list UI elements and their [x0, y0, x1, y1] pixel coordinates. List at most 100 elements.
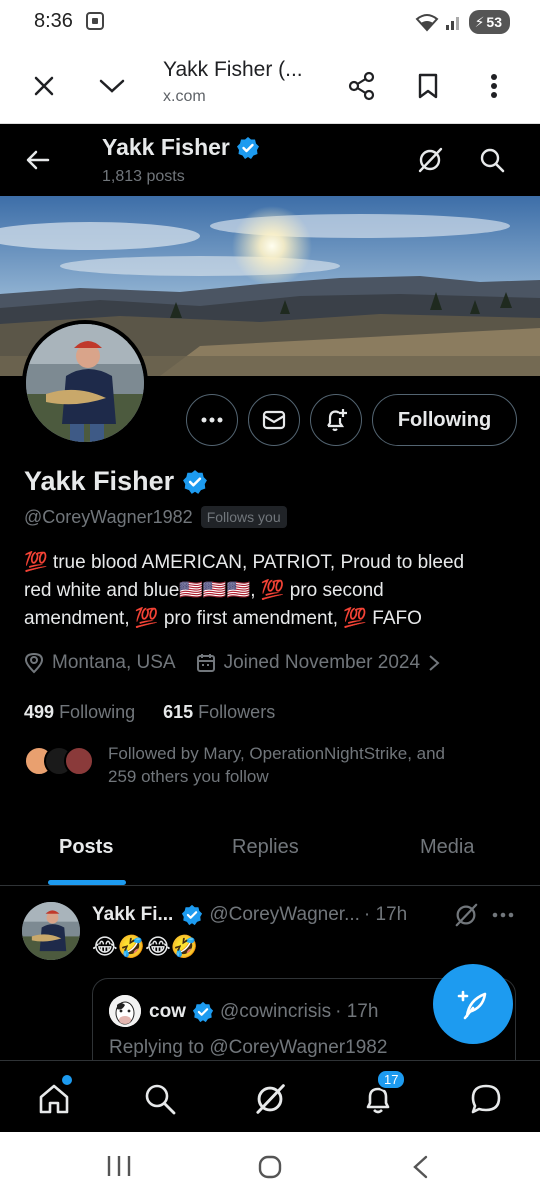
- search-icon: [480, 148, 505, 173]
- grok-icon: [256, 1084, 285, 1114]
- share-icon: [348, 71, 375, 101]
- following-count-link[interactable]: 499 Following: [24, 702, 135, 723]
- quoted-header: cow @cowincrisis · 17h: [149, 1001, 378, 1023]
- notify-button[interactable]: [310, 394, 362, 446]
- profile-more-button[interactable]: [186, 394, 238, 446]
- message-button[interactable]: [248, 394, 300, 446]
- profile-meta: Montana, USA Joined November 2024: [24, 652, 460, 674]
- profile-bio: 💯 true blood AMERICAN, PATRIOT, Proud to…: [24, 549, 524, 633]
- battery-indicator: ⚡ 53: [468, 10, 510, 34]
- page-title-block[interactable]: Yakk Fisher (... x.com: [163, 58, 303, 106]
- mutual-avatars: [24, 742, 96, 776]
- active-tab-indicator: [48, 880, 126, 885]
- notifications-badge: 17: [376, 1069, 407, 1090]
- charging-icon: ⚡: [474, 13, 485, 30]
- joined-text: Joined November 2024: [223, 652, 421, 673]
- verified-badge-icon: [236, 136, 259, 159]
- search-icon: [145, 1084, 176, 1115]
- search-button[interactable]: [474, 142, 510, 178]
- header-name: Yakk Fisher: [102, 134, 260, 161]
- following-button[interactable]: Following: [372, 394, 517, 446]
- tweet-header: Yakk Fi... @CoreyWagner... · 17h: [92, 904, 407, 926]
- tab-media[interactable]: Media: [420, 836, 474, 859]
- verified-badge-icon: [192, 1001, 214, 1023]
- page-url: x.com: [163, 88, 206, 105]
- following-count: 499: [24, 702, 55, 722]
- mutual-avatar: [64, 746, 94, 776]
- compose-feather-icon: [457, 990, 487, 1020]
- location-text: Montana, USA: [52, 652, 176, 673]
- handle-row: @CoreyWagner1982 Follows you: [24, 506, 287, 528]
- follows-you-badge: Follows you: [200, 506, 287, 528]
- arrow-left-icon: [26, 150, 50, 170]
- followed-by-text: Followed by Mary, OperationNightStrike, …: [108, 742, 488, 788]
- avatar-image: [22, 902, 80, 960]
- profile-header: Yakk Fisher 1,813 posts: [0, 124, 540, 196]
- follow-counts: 499 Following 615 Followers: [24, 702, 275, 723]
- followed-by-line: Followed by Mary, OperationNightStrike, …: [108, 744, 446, 763]
- followed-by[interactable]: Followed by Mary, OperationNightStrike, …: [24, 742, 488, 788]
- profile-page: Yakk Fisher 1,813 posts Following Yakk F…: [0, 124, 540, 1060]
- followers-count-link[interactable]: 615 Followers: [163, 702, 275, 723]
- tweet-grok-button[interactable]: [453, 902, 479, 933]
- profile-joined[interactable]: Joined November 2024: [196, 652, 440, 674]
- wifi-icon: [415, 14, 439, 32]
- bookmark-icon: [418, 73, 438, 99]
- home-system-icon: [258, 1155, 282, 1179]
- cow-avatar-image: [109, 995, 141, 1027]
- tweet-author-name[interactable]: Yakk Fi...: [92, 904, 173, 926]
- recent-apps-button[interactable]: [106, 1154, 132, 1183]
- status-icons: ⚡ 53: [415, 10, 510, 34]
- tweet-author-handle: @CoreyWagner...: [209, 904, 360, 925]
- tweet-more-button[interactable]: [492, 902, 514, 933]
- browser-more-button[interactable]: [472, 64, 516, 108]
- bookmark-button[interactable]: [406, 64, 450, 108]
- recent-apps-icon: [107, 1156, 131, 1176]
- mail-icon: [262, 410, 286, 430]
- calendar-icon: [196, 654, 215, 672]
- quoted-avatar[interactable]: [109, 995, 141, 1027]
- followers-count: 615: [163, 702, 194, 722]
- home-new-dot: [62, 1075, 72, 1085]
- battery-level: 53: [486, 14, 502, 30]
- nav-search[interactable]: [140, 1079, 180, 1119]
- tweet-text: 😂🤣😂🤣: [92, 934, 199, 959]
- nav-home[interactable]: [34, 1075, 74, 1119]
- back-system-icon: [413, 1155, 428, 1179]
- followed-by-line: 259 others you follow: [108, 767, 269, 786]
- browser-toolbar: Yakk Fisher (... x.com: [0, 46, 540, 124]
- grok-icon: [455, 903, 478, 927]
- chevron-right-icon: [429, 655, 440, 671]
- home-system-button[interactable]: [257, 1154, 283, 1185]
- profile-tabs: Posts Replies Media: [0, 824, 540, 886]
- android-nav-bar: [0, 1132, 540, 1200]
- location-pin-icon: [24, 652, 44, 674]
- tab-posts[interactable]: Posts: [59, 836, 113, 859]
- profile-name: Yakk Fisher: [24, 466, 208, 497]
- following-label: Following: [59, 702, 136, 722]
- tweet-avatar[interactable]: [22, 902, 80, 960]
- header-name-text: Yakk Fisher: [102, 134, 230, 160]
- share-button[interactable]: [340, 64, 384, 108]
- bio-line: 💯 true blood AMERICAN, PATRIOT, Proud to…: [24, 552, 465, 573]
- followers-label: Followers: [198, 702, 276, 722]
- tab-replies[interactable]: Replies: [232, 836, 299, 859]
- nav-notifications[interactable]: 17: [358, 1069, 407, 1119]
- close-tab-button[interactable]: [22, 64, 66, 108]
- more-horizontal-icon: [201, 417, 223, 423]
- quoted-author-handle: @cowincrisis: [219, 1001, 332, 1022]
- bio-line: amendment, 💯 pro first amendment, 💯 FAFO: [24, 608, 422, 629]
- grok-button[interactable]: [412, 142, 448, 178]
- nav-grok[interactable]: [250, 1079, 290, 1119]
- compose-post-button[interactable]: [433, 964, 513, 1044]
- page-menu-button[interactable]: [90, 64, 134, 108]
- tweet-time[interactable]: · 17h: [364, 904, 407, 926]
- profile-name-text: Yakk Fisher: [24, 466, 175, 496]
- verified-badge-icon: [183, 469, 208, 494]
- back-system-button[interactable]: [410, 1154, 430, 1185]
- chevron-down-icon: [99, 79, 125, 93]
- profile-actions: Following: [0, 394, 540, 446]
- quoted-author-name[interactable]: cow: [149, 1001, 186, 1023]
- nav-messages[interactable]: [466, 1079, 506, 1119]
- back-button[interactable]: [20, 142, 56, 178]
